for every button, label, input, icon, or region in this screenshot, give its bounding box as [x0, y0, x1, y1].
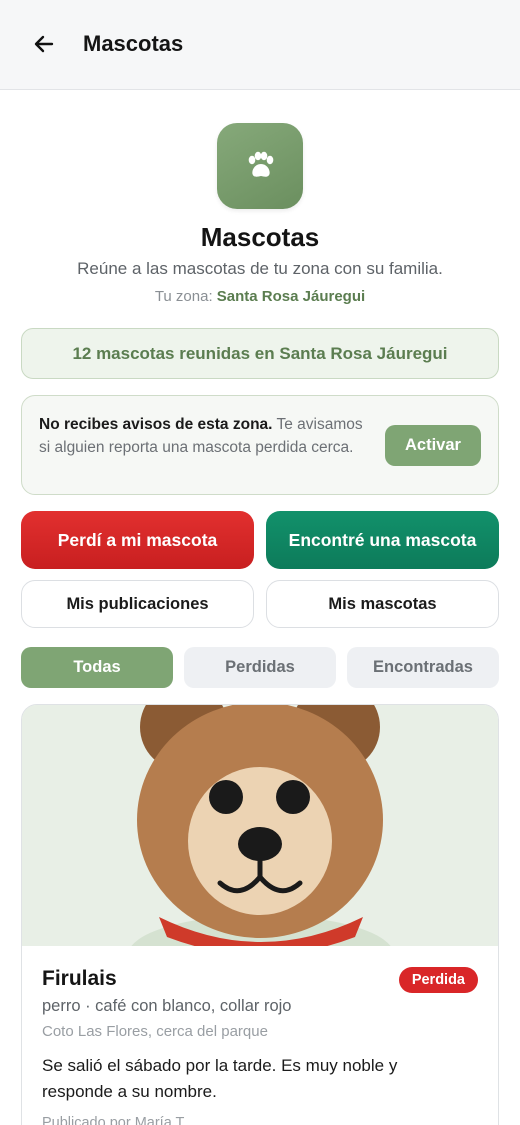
- hero-title: Mascotas: [200, 222, 320, 252]
- alert-text: No recibes avisos de esta zona. Te avisa…: [39, 413, 369, 459]
- activate-alerts-button[interactable]: Activar: [385, 425, 481, 466]
- top-bar: Mascotas: [0, 0, 520, 90]
- page-title: Mascotas: [83, 31, 184, 56]
- report-found-pet-button[interactable]: Encontré una mascota: [266, 511, 499, 569]
- filter-found-tab[interactable]: Encontradas: [347, 647, 499, 688]
- zone-label: Tu zona:: [154, 288, 213, 305]
- pet-post-card[interactable]: Firulais Perdida perro · café con blanco…: [21, 704, 499, 1125]
- filter-lost-tab[interactable]: Perdidas: [184, 647, 336, 688]
- filter-all-tab[interactable]: Todas: [21, 647, 173, 688]
- pet-location: Coto Las Flores, cerca del parque: [42, 1023, 268, 1040]
- arrow-left-icon: [34, 35, 54, 53]
- pet-description: Se salió el sábado por la tarde. Es muy …: [42, 1056, 398, 1101]
- bear-dog-illustration: [22, 705, 498, 995]
- hero-subtitle: Reúne a las mascotas de tu zona con su f…: [77, 259, 443, 278]
- reunited-stats-banner: 12 mascotas reunidas en Santa Rosa Jáure…: [21, 328, 499, 379]
- paw-icon: [248, 151, 274, 177]
- pet-name: Firulais: [42, 967, 117, 990]
- pet-photo: [22, 705, 498, 995]
- zone-alerts-card: No recibes avisos de esta zona. Te avisa…: [21, 395, 499, 495]
- back-button[interactable]: [26, 26, 62, 62]
- post-author: Publicado por María T.: [42, 1115, 187, 1125]
- my-posts-button[interactable]: Mis publicaciones: [21, 580, 254, 628]
- my-pets-button[interactable]: Mis mascotas: [266, 580, 499, 628]
- alert-title: No recibes avisos de esta zona.: [39, 416, 273, 433]
- hero-app-icon: [217, 123, 303, 209]
- zone-name[interactable]: Santa Rosa Jáuregui: [217, 288, 365, 305]
- status-badge: Perdida: [398, 967, 478, 993]
- report-lost-pet-button[interactable]: Perdí a mi mascota: [21, 511, 254, 569]
- zone-line: Tu zona: Santa Rosa Jáuregui: [0, 288, 520, 305]
- pet-details: perro · café con blanco, collar rojo: [42, 997, 292, 1015]
